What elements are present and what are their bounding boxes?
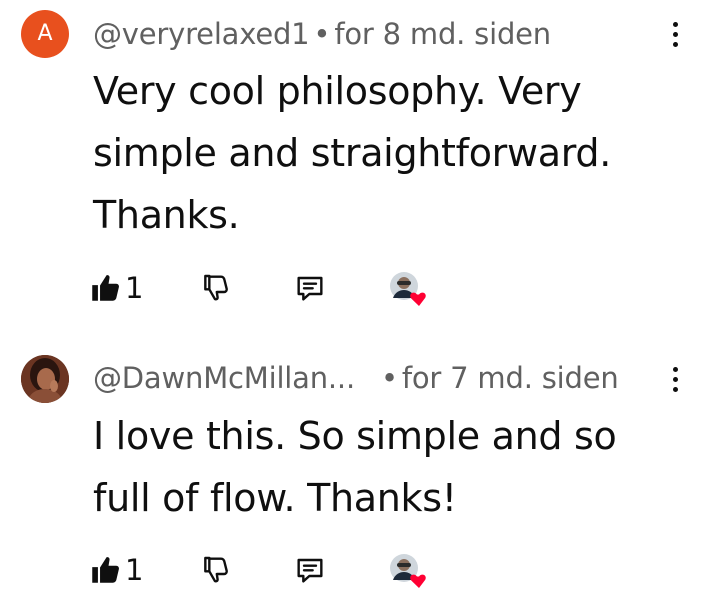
avatar[interactable] [21, 355, 69, 403]
thumbs-up-icon [92, 275, 119, 301]
comment-author[interactable]: @veryrelaxed1 [93, 17, 310, 51]
like-button[interactable]: 1 [88, 550, 143, 590]
thumbs-up-icon [92, 557, 119, 583]
comment-header: @veryrelaxed1 • for 8 md. siden [93, 17, 551, 51]
reply-button[interactable] [294, 550, 326, 590]
comment-text: I love this. So simple and so full of fl… [93, 414, 617, 520]
dislike-button[interactable] [200, 268, 232, 308]
reply-comment-icon [297, 276, 323, 301]
creator-heart-icon [390, 554, 426, 588]
more-options-button[interactable] [661, 359, 689, 399]
comment-header: @DawnMcMillan... • for 7 md. siden [93, 361, 619, 395]
thumbs-down-icon [204, 556, 228, 583]
reply-comment-icon [297, 558, 323, 583]
creator-heart [388, 268, 430, 308]
vertical-ellipsis-icon [672, 21, 678, 27]
avatar-letter: A [37, 21, 53, 46]
reply-button[interactable] [294, 268, 326, 308]
user-photo-icon [21, 355, 69, 403]
creator-heart [388, 550, 430, 590]
dislike-button[interactable] [200, 550, 232, 590]
vertical-ellipsis-icon [672, 366, 678, 372]
avatar[interactable]: A [21, 10, 69, 58]
meta-separator: • [313, 17, 331, 51]
comment-text: Very cool philosophy. Very simple and st… [93, 69, 612, 237]
like-button[interactable]: 1 [88, 268, 143, 308]
more-options-button[interactable] [661, 14, 689, 54]
comment-author[interactable]: @DawnMcMillan... [93, 361, 355, 395]
comment-timestamp[interactable]: for 7 md. siden [402, 361, 619, 395]
meta-separator: • [380, 361, 398, 395]
comment-timestamp[interactable]: for 8 md. siden [334, 17, 551, 51]
creator-heart-icon [390, 272, 426, 306]
thumbs-down-icon [204, 274, 228, 301]
like-count: 1 [125, 553, 144, 587]
like-count: 1 [125, 271, 144, 305]
